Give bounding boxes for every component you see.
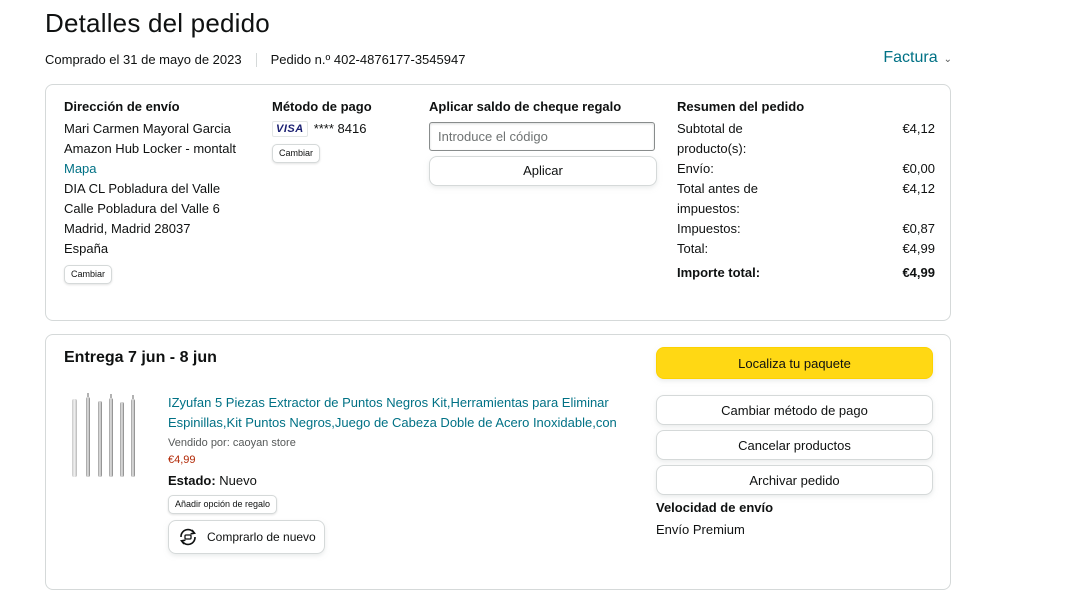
invoice-label: Factura <box>883 49 938 66</box>
add-gift-option-button[interactable]: Añadir opción de regalo <box>168 495 278 514</box>
totals-table: Subtotal de producto(s): €4,12 Envío: €0… <box>677 119 935 283</box>
payment-method-section: Método de pago VISA **** 8416 Cambiar <box>272 99 412 163</box>
shipping-line2: Calle Pobladura del Valle 6 <box>64 201 220 216</box>
shipping-line3: Madrid, Madrid 28037 <box>64 221 191 236</box>
change-payment-button[interactable]: Cambiar <box>272 144 321 163</box>
shipping-locker: Amazon Hub Locker - montalt <box>64 141 236 156</box>
card-digits: **** 8416 <box>313 121 367 136</box>
totals-value: €0,87 <box>902 221 935 236</box>
order-number: Pedido n.º 402-4876177-3545947 <box>270 52 466 67</box>
grand-total-value: €4,99 <box>902 265 935 280</box>
condition-label: Estado: <box>168 473 216 488</box>
product-info: IZyufan 5 Piezas Extractor de Puntos Neg… <box>168 393 618 554</box>
payment-heading: Método de pago <box>272 99 372 114</box>
meta-divider <box>255 52 257 67</box>
summary-heading: Resumen del pedido <box>677 99 805 114</box>
product-image[interactable] <box>68 393 148 483</box>
cancel-items-button[interactable]: Cancelar productos <box>656 430 933 460</box>
totals-row: Envío: €0,00 <box>677 159 935 179</box>
buy-again-button[interactable]: Comprarlo de nuevo <box>168 520 325 554</box>
shipping-speed-heading: Velocidad de envío <box>656 500 774 515</box>
gift-card-section: Aplicar saldo de cheque regalo Aplicar <box>429 99 659 186</box>
invoice-dropdown[interactable]: Factura ⌄ <box>883 49 952 67</box>
product-title-link[interactable]: IZyufan 5 Piezas Extractor de Puntos Neg… <box>168 393 618 433</box>
gift-heading: Aplicar saldo de cheque regalo <box>429 99 622 114</box>
map-link[interactable]: Mapa <box>64 159 264 179</box>
grand-total-row: Importe total: €4,99 <box>677 259 935 283</box>
shipping-speed-value: Envío Premium <box>656 522 745 537</box>
shipping-country: España <box>64 241 109 256</box>
apply-gift-button[interactable]: Aplicar <box>429 156 657 186</box>
delivery-title: Entrega 7 jun - 8 jun <box>64 349 217 366</box>
grand-total-label: Importe total: <box>677 265 761 280</box>
seller-label: Vendido por: caoyan store <box>168 437 296 449</box>
order-meta: Comprado el 31 de mayo de 2023 Pedido n.… <box>45 52 465 67</box>
totals-row: Impuestos: €0,87 <box>677 219 935 239</box>
condition-value: Nuevo <box>219 473 257 488</box>
totals-row: Total antes de impuestos: €4,12 <box>677 179 935 219</box>
order-totals-section: Resumen del pedido Subtotal de producto(… <box>677 99 935 283</box>
order-summary-card: Dirección de envío Mari Carmen Mayoral G… <box>45 84 951 321</box>
totals-row: Total: €4,99 <box>677 239 935 259</box>
totals-label: Impuestos: <box>677 221 741 236</box>
totals-label: Envío: <box>677 161 714 176</box>
product-price: €4,99 <box>168 454 196 466</box>
shipping-heading: Dirección de envío <box>64 99 180 114</box>
refresh-cart-icon <box>180 528 196 546</box>
totals-value: €4,99 <box>902 241 935 256</box>
order-actions: Localiza tu paquete Cambiar método de pa… <box>656 347 933 537</box>
chevron-down-icon: ⌄ <box>943 53 952 65</box>
delivery-card: Entrega 7 jun - 8 jun IZyufan 5 Piezas E… <box>45 334 951 590</box>
totals-label: Subtotal de producto(s): <box>677 121 747 156</box>
totals-row: Subtotal de producto(s): €4,12 <box>677 119 935 159</box>
totals-value: €4,12 <box>902 121 935 136</box>
buy-again-label: Comprarlo de nuevo <box>207 530 316 544</box>
change-address-button[interactable]: Cambiar <box>64 265 113 284</box>
shipping-address-section: Dirección de envío Mari Carmen Mayoral G… <box>64 99 264 284</box>
track-package-button[interactable]: Localiza tu paquete <box>656 347 933 379</box>
visa-logo-icon: VISA <box>272 121 308 137</box>
totals-label: Total antes de impuestos: <box>677 181 758 216</box>
product-condition: Estado: Nuevo <box>168 471 618 491</box>
page-title: Detalles del pedido <box>45 8 270 38</box>
totals-value: €4,12 <box>902 181 935 196</box>
totals-value: €0,00 <box>902 161 935 176</box>
shipping-line1: DIA CL Pobladura del Valle <box>64 181 221 196</box>
gift-code-input[interactable] <box>429 122 655 151</box>
archive-order-button[interactable]: Archivar pedido <box>656 465 933 495</box>
totals-label: Total: <box>677 241 709 256</box>
change-payment-method-button[interactable]: Cambiar método de pago <box>656 395 933 425</box>
purchase-date: Comprado el 31 de mayo de 2023 <box>45 52 242 67</box>
shipping-name: Mari Carmen Mayoral Garcia <box>64 121 231 136</box>
